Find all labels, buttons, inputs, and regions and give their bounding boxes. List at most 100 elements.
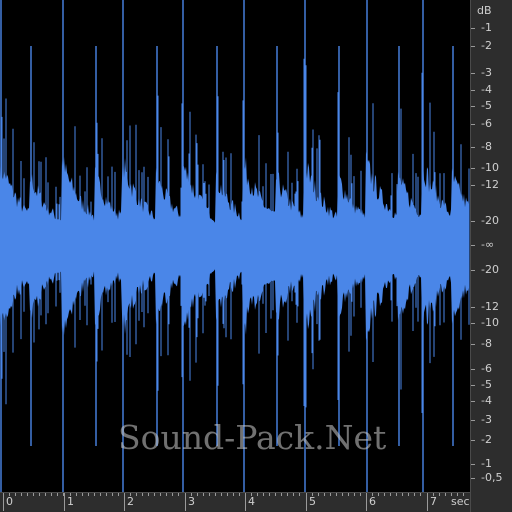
time-minor-tick: [178, 493, 179, 496]
time-minor-tick: [354, 493, 355, 496]
db-tick-label: -6: [481, 117, 492, 130]
db-tick: [471, 323, 475, 324]
time-minor-tick: [100, 493, 101, 496]
time-minor-tick: [112, 493, 113, 496]
db-tick-label: -12: [481, 178, 499, 191]
db-tick-label: -∞: [481, 238, 495, 251]
time-minor-tick: [209, 493, 210, 496]
time-tick-label: 3: [188, 495, 195, 508]
time-minor-tick: [378, 493, 379, 496]
db-tick: [471, 464, 475, 465]
time-minor-tick: [396, 493, 397, 496]
time-major-tick: [185, 493, 186, 511]
db-tick: [471, 307, 475, 308]
db-tick: [471, 478, 475, 479]
db-tick-label: -10: [481, 316, 499, 329]
db-tick-label: -12: [481, 300, 499, 313]
time-minor-tick: [342, 493, 343, 496]
time-minor-tick: [463, 493, 464, 496]
time-major-tick: [306, 493, 307, 511]
time-ruler[interactable]: sec 0 1 2 3 4 5 6 7: [0, 492, 470, 512]
time-tick-label: 6: [369, 495, 376, 508]
time-minor-tick: [390, 493, 391, 496]
time-major-tick: [245, 493, 246, 511]
time-minor-tick: [287, 493, 288, 496]
db-tick-label: -2: [481, 39, 492, 52]
db-tick-label: -8: [481, 337, 492, 350]
db-tick-label: -0,5: [481, 471, 503, 484]
time-minor-tick: [15, 493, 16, 496]
time-major-tick: [64, 493, 65, 511]
db-tick: [471, 168, 475, 169]
time-minor-tick: [118, 493, 119, 496]
time-major-tick: [366, 493, 367, 511]
time-minor-tick: [154, 493, 155, 496]
time-minor-tick: [330, 493, 331, 496]
time-minor-tick: [21, 493, 22, 496]
db-tick-label: -6: [481, 362, 492, 375]
time-minor-tick: [414, 493, 415, 496]
db-tick-label: -20: [481, 263, 499, 276]
db-tick: [471, 369, 475, 370]
db-tick: [471, 401, 475, 402]
time-major-tick: [124, 493, 125, 511]
db-tick-label: -5: [481, 99, 492, 112]
time-minor-tick: [51, 493, 52, 496]
time-minor-tick: [439, 493, 440, 496]
db-tick-label: -1: [481, 21, 492, 34]
time-minor-tick: [299, 493, 300, 496]
db-tick-label: -10: [481, 161, 499, 174]
db-tick-label: -20: [481, 214, 499, 227]
db-tick-label: -3: [481, 66, 492, 79]
time-minor-tick: [166, 493, 167, 496]
time-minor-tick: [88, 493, 89, 496]
time-minor-tick: [384, 493, 385, 496]
time-minor-tick: [221, 493, 222, 496]
time-minor-tick: [360, 493, 361, 496]
time-minor-tick: [57, 493, 58, 496]
db-tick: [471, 270, 475, 271]
time-major-tick: [3, 493, 4, 511]
db-unit-label: dB: [477, 4, 492, 17]
time-minor-tick: [457, 493, 458, 496]
db-tick: [471, 440, 475, 441]
time-minor-tick: [215, 493, 216, 496]
time-minor-tick: [336, 493, 337, 496]
db-tick: [471, 185, 475, 186]
time-minor-tick: [197, 493, 198, 496]
time-minor-tick: [203, 493, 204, 496]
db-tick: [471, 245, 475, 246]
time-minor-tick: [324, 493, 325, 496]
time-minor-tick: [27, 493, 28, 496]
time-tick-label: 1: [67, 495, 74, 508]
db-tick: [471, 147, 475, 148]
time-minor-tick: [33, 493, 34, 496]
time-minor-tick: [451, 493, 452, 496]
time-minor-tick: [106, 493, 107, 496]
db-tick-label: -4: [481, 83, 492, 96]
waveform-editor: dB -1 -2 -3 -4 -5 -6 -8 -10 -12 -20 -∞ -20 -12 -10 -8 -…: [0, 0, 512, 512]
time-minor-tick: [45, 493, 46, 496]
db-tick-label: -4: [481, 394, 492, 407]
time-minor-tick: [233, 493, 234, 496]
time-minor-tick: [420, 493, 421, 496]
time-minor-tick: [318, 493, 319, 496]
db-tick: [471, 420, 475, 421]
db-ruler[interactable]: dB -1 -2 -3 -4 -5 -6 -8 -10 -12 -20 -∞ -20 -12 -10 -8 -…: [470, 0, 512, 512]
time-minor-tick: [172, 493, 173, 496]
time-minor-tick: [76, 493, 77, 496]
time-minor-tick: [281, 493, 282, 496]
db-tick: [471, 106, 475, 107]
db-tick: [471, 73, 475, 74]
time-unit-label: sec: [451, 495, 470, 508]
time-minor-tick: [293, 493, 294, 496]
time-minor-tick: [142, 493, 143, 496]
watermark: Sound-Pack.Net: [118, 418, 387, 457]
time-minor-tick: [275, 493, 276, 496]
time-minor-tick: [82, 493, 83, 496]
time-minor-tick: [148, 493, 149, 496]
time-minor-tick: [239, 493, 240, 496]
time-minor-tick: [136, 493, 137, 496]
db-tick-label: -8: [481, 140, 492, 153]
time-major-tick: [427, 493, 428, 511]
